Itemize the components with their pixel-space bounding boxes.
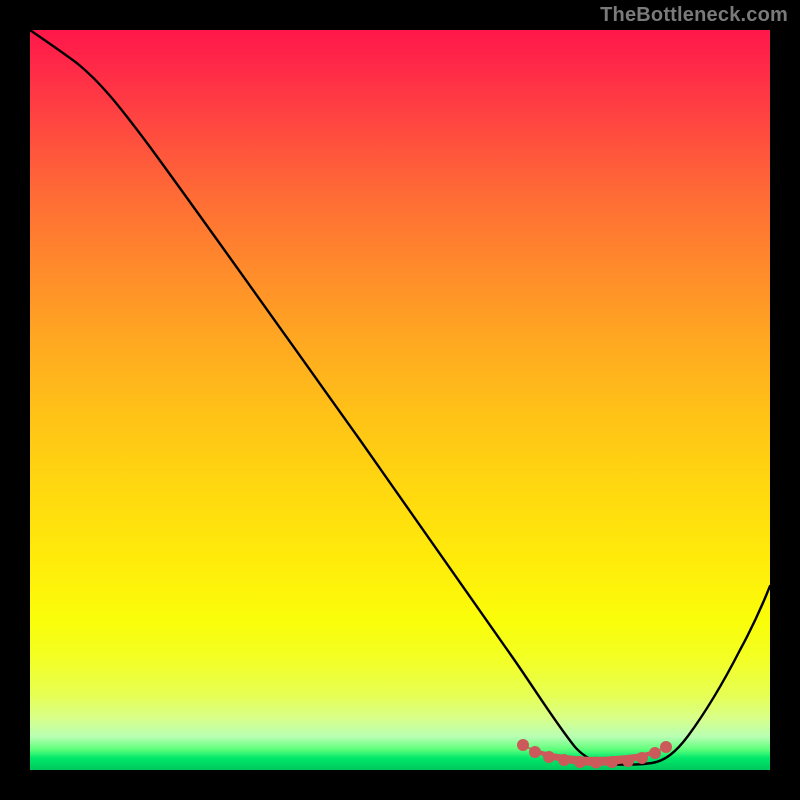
chart-container: TheBottleneck.com (0, 0, 800, 800)
watermark-text: TheBottleneck.com (600, 4, 788, 27)
plot-area (30, 30, 770, 770)
chart-overlay (30, 30, 770, 770)
bottleneck-curve (30, 30, 770, 765)
